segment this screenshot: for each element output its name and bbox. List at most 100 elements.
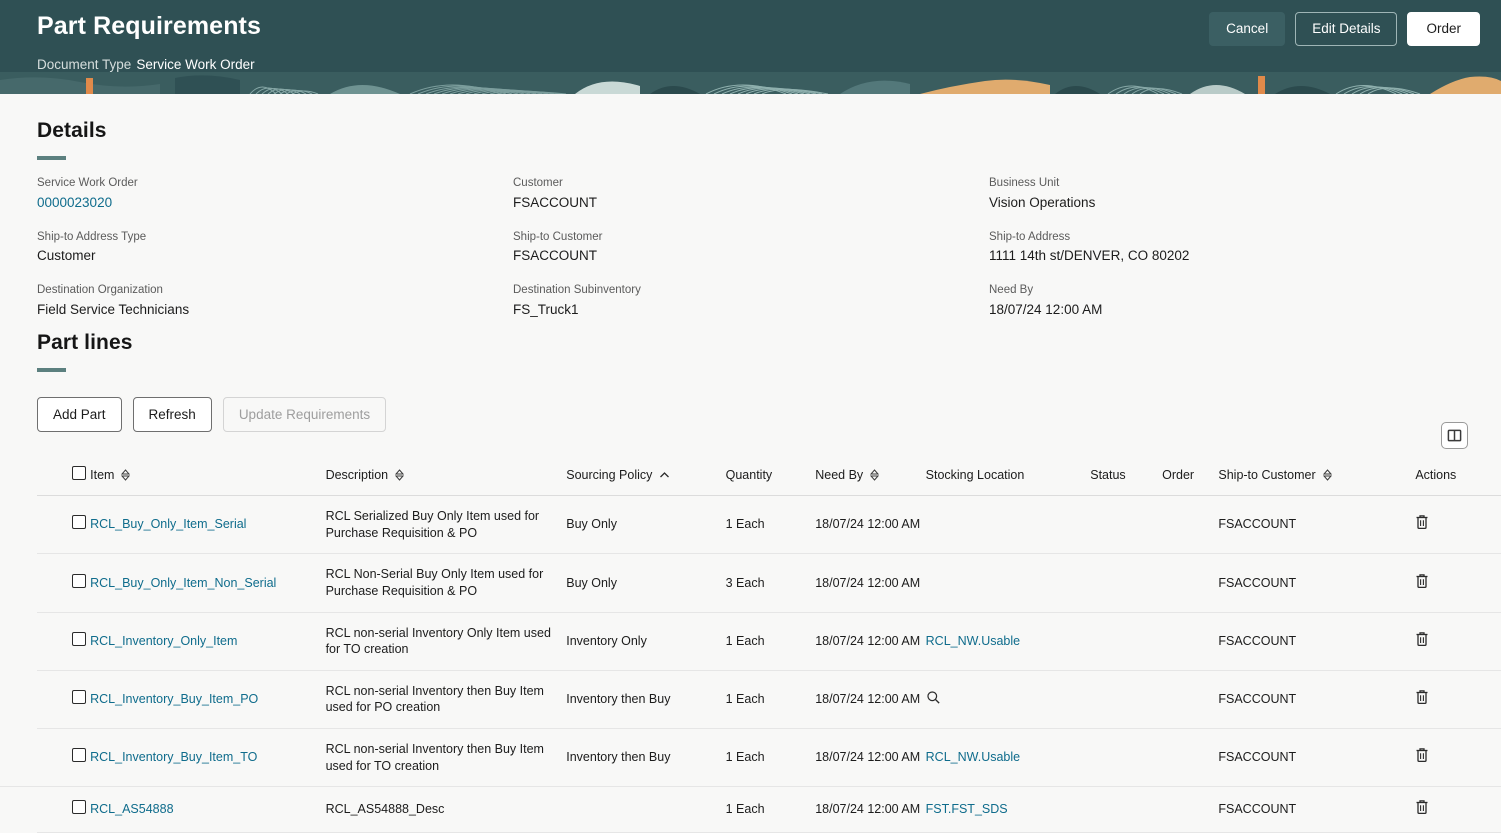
sort-both-icon xyxy=(121,468,131,481)
document-type-label: Document Type xyxy=(37,57,132,72)
item-link[interactable]: RCL_Inventory_Buy_Item_PO xyxy=(90,692,258,706)
cell-order xyxy=(1162,670,1219,730)
refresh-button[interactable]: Refresh xyxy=(132,397,212,432)
table-row: RCL_Inventory_Only_Item RCL non-serial In… xyxy=(37,612,1501,671)
field-value: FSACCOUNT xyxy=(513,248,597,264)
row-checkbox[interactable] xyxy=(72,515,86,530)
field-value: Customer xyxy=(37,248,96,264)
field-value: Field Service Technicians xyxy=(37,301,190,317)
cell-stocking-location xyxy=(925,670,1091,730)
details-section: Details Service Work Order 0000023020 Cu… xyxy=(0,119,1501,319)
cell-quantity: 1 Each xyxy=(725,728,816,788)
part-lines-heading: Part lines xyxy=(37,331,133,354)
row-select-cell xyxy=(37,612,91,671)
trash-icon[interactable] xyxy=(1415,514,1429,535)
field-label: Ship-to Address Type xyxy=(37,230,147,243)
column-header-item[interactable]: Item xyxy=(90,456,326,496)
field-business-unit: Business Unit Vision Operations xyxy=(989,176,1501,212)
cell-stocking-location xyxy=(925,553,1091,613)
stocking-location-link[interactable]: RCL_NW.Usable xyxy=(926,750,1020,764)
item-link[interactable]: RCL_Buy_Only_Item_Serial xyxy=(90,517,246,531)
trash-icon[interactable] xyxy=(1415,631,1429,652)
cell-item: RCL_Inventory_Only_Item xyxy=(90,612,326,671)
table-header-row: Item Description Sourcing Policy Quantit… xyxy=(37,456,1501,496)
column-header-status: Status xyxy=(1090,456,1163,496)
row-checkbox[interactable] xyxy=(72,573,86,588)
trash-icon[interactable] xyxy=(1415,689,1429,710)
field-label: Need By xyxy=(989,284,1034,297)
stocking-location-link[interactable]: RCL_NW.Usable xyxy=(926,634,1020,648)
part-lines-table: Item Description Sourcing Policy Quantit… xyxy=(37,456,1501,833)
row-select-cell xyxy=(37,728,91,788)
select-all-checkbox[interactable] xyxy=(72,466,86,480)
column-header-actions: Actions xyxy=(1391,456,1501,496)
part-lines-section: Part lines Add Part Refresh Update Requi… xyxy=(0,331,1501,833)
row-select-cell xyxy=(37,553,91,613)
cell-ship-to-customer: FSACCOUNT xyxy=(1218,612,1392,671)
column-header-need-by[interactable]: Need By xyxy=(815,456,926,496)
cell-stocking-location: RCL_NW.Usable xyxy=(925,612,1091,671)
cell-actions xyxy=(1391,553,1501,613)
column-header-stocking-location: Stocking Location xyxy=(925,456,1091,496)
cell-quantity: 1 Each xyxy=(725,612,816,671)
column-header-description[interactable]: Description xyxy=(325,456,567,496)
cancel-button[interactable]: Cancel xyxy=(1209,12,1286,46)
cell-item: RCL_Buy_Only_Item_Non_Serial xyxy=(90,553,326,613)
sort-both-icon xyxy=(1322,468,1332,481)
table-tools xyxy=(1441,422,1468,449)
field-value: Vision Operations xyxy=(989,194,1096,210)
row-checkbox[interactable] xyxy=(72,748,86,763)
cell-description: RCL non-serial Inventory then Buy Item u… xyxy=(325,670,567,730)
sort-ascending-icon xyxy=(659,471,670,479)
columns-layout-icon[interactable] xyxy=(1441,422,1468,449)
cell-item: RCL_AS54888 xyxy=(90,786,326,833)
field-value: 1111 14th st/DENVER, CO 80202 xyxy=(989,248,1190,264)
trash-icon[interactable] xyxy=(1415,573,1429,594)
add-part-button[interactable]: Add Part xyxy=(37,397,122,432)
cell-sourcing-policy xyxy=(566,786,726,833)
field-destination-subinventory: Destination Subinventory FS_Truck1 xyxy=(513,283,989,319)
row-checkbox[interactable] xyxy=(72,631,86,646)
trash-icon[interactable] xyxy=(1415,799,1429,820)
column-label: Description xyxy=(325,467,389,482)
field-label: Destination Organization xyxy=(37,284,163,297)
select-all-header xyxy=(37,456,91,496)
column-header-sourcing-policy[interactable]: Sourcing Policy xyxy=(566,456,726,496)
edit-details-button[interactable]: Edit Details xyxy=(1295,12,1398,46)
column-label: Item xyxy=(90,467,115,482)
cell-ship-to-customer: FSACCOUNT xyxy=(1218,670,1392,730)
table-row: RCL_Inventory_Buy_Item_TO RCL non-serial … xyxy=(37,728,1501,788)
cell-status xyxy=(1090,612,1163,671)
trash-icon[interactable] xyxy=(1415,747,1429,768)
service-work-order-link[interactable]: 0000023020 xyxy=(37,195,112,210)
cell-actions xyxy=(1391,728,1501,788)
row-checkbox[interactable] xyxy=(72,690,86,705)
document-type-value: Service Work Order xyxy=(136,57,255,72)
cell-ship-to-customer: FSACCOUNT xyxy=(1218,495,1392,555)
row-checkbox[interactable] xyxy=(72,800,86,815)
cell-actions xyxy=(1391,612,1501,671)
field-ship-to-address-type: Ship-to Address Type Customer xyxy=(37,230,513,266)
column-label: Ship-to Customer xyxy=(1218,467,1316,482)
item-link[interactable]: RCL_Inventory_Only_Item xyxy=(90,634,237,648)
search-icon[interactable] xyxy=(926,690,941,710)
cell-order xyxy=(1162,553,1219,613)
part-lines-toolbar: Add Part Refresh Update Requirements xyxy=(37,397,1501,432)
sort-both-icon xyxy=(395,468,405,481)
field-value: 18/07/24 12:00 AM xyxy=(989,301,1103,317)
field-ship-to-customer: Ship-to Customer FSACCOUNT xyxy=(513,230,989,266)
order-button[interactable]: Order xyxy=(1407,12,1480,46)
cell-description: RCL non-serial Inventory Only Item used … xyxy=(325,612,567,671)
stocking-location-link[interactable]: FST.FST_SDS xyxy=(926,802,1008,816)
cell-quantity: 1 Each xyxy=(725,670,816,730)
cell-description: RCL_AS54888_Desc xyxy=(325,786,567,833)
cell-ship-to-customer: FSACCOUNT xyxy=(1218,728,1392,788)
column-header-ship-to-customer[interactable]: Ship-to Customer xyxy=(1218,456,1392,496)
cell-need-by: 18/07/24 12:00 AM xyxy=(815,670,926,730)
item-link[interactable]: RCL_AS54888 xyxy=(90,802,173,816)
table-row: RCL_Buy_Only_Item_Serial RCL Serialized B… xyxy=(37,495,1501,555)
item-link[interactable]: RCL_Buy_Only_Item_Non_Serial xyxy=(90,576,276,590)
item-link[interactable]: RCL_Inventory_Buy_Item_TO xyxy=(90,750,257,764)
row-select-cell xyxy=(37,786,91,833)
cell-need-by: 18/07/24 12:00 AM xyxy=(815,728,926,788)
